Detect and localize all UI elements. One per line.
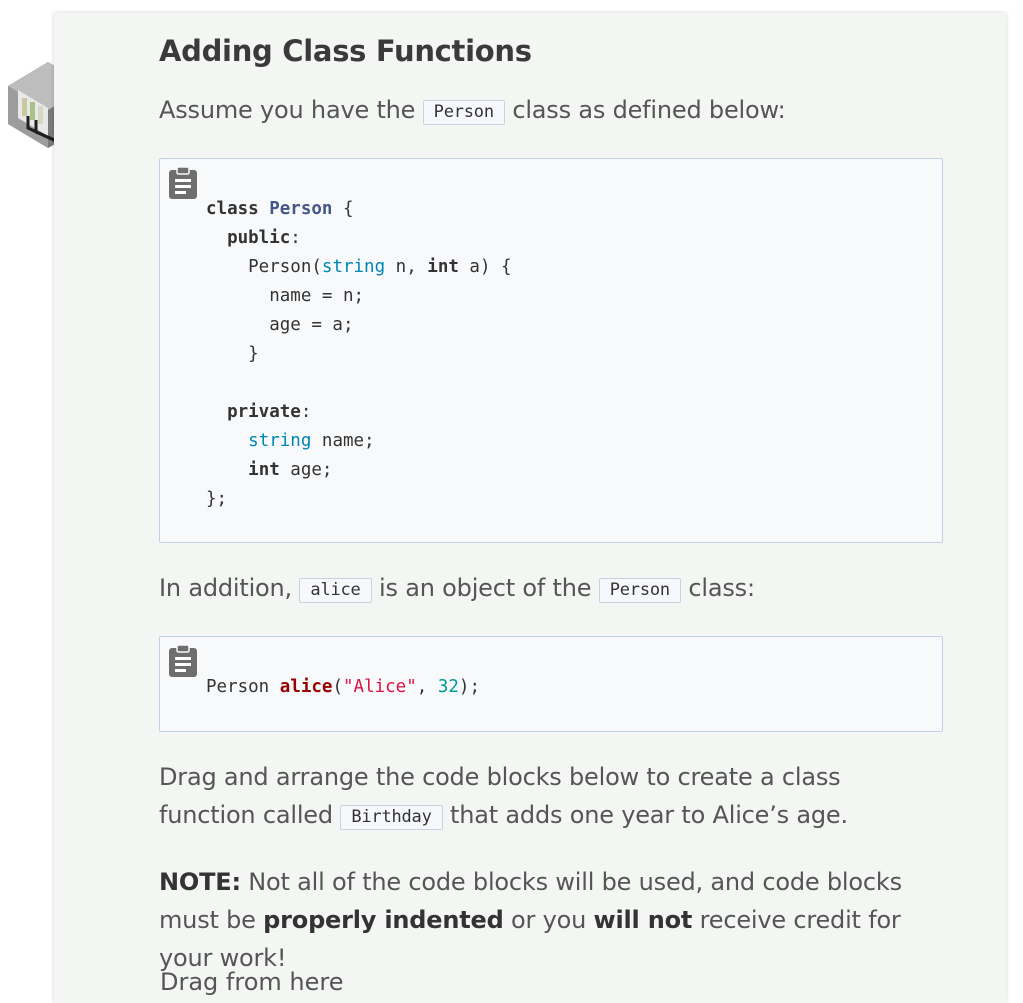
code-line: public: <box>206 228 301 248</box>
code-line: }; <box>206 489 227 509</box>
code-token-cls: Person <box>269 199 333 219</box>
code-token-str: "Alice" <box>343 677 417 697</box>
code-block-person-class[interactable]: class Person { public: Person(string n, … <box>159 158 943 543</box>
code-token: : <box>300 402 312 422</box>
code-listing: class Person { public: Person(string n, … <box>160 159 942 514</box>
code-token-fn: alice <box>279 677 333 697</box>
code-listing: Person alice("Alice", 32); <box>160 637 942 702</box>
page-title: Adding Class Functions <box>159 34 532 68</box>
code-token: : <box>290 228 301 248</box>
code-line: string name; <box>206 431 375 451</box>
code-token-kw: int <box>427 257 459 277</box>
code-token: a) { <box>458 257 512 277</box>
code-token-kw: public <box>227 228 291 248</box>
drag-area-label: Drag from here <box>160 968 344 996</box>
code-line: class Person { <box>206 199 354 219</box>
addition-text: In addition, alice is an object of the P… <box>159 574 755 603</box>
code-token: } <box>206 344 259 364</box>
code-token: n, <box>385 257 428 277</box>
code-token: ( <box>332 677 343 697</box>
code-token-num: 32 <box>437 677 459 697</box>
code-token-kw: class <box>206 199 270 219</box>
code-token-ty: string <box>248 431 312 451</box>
code-line: Person(string n, int a) { <box>206 257 512 277</box>
code-token: name = n; <box>206 286 365 306</box>
intro-text: Assume you have the Person class as defi… <box>159 96 786 125</box>
inline-code-person: Person <box>422 100 505 125</box>
code-line: name = n; <box>206 286 364 306</box>
code-token: age; <box>279 460 333 480</box>
code-token: age = a; <box>206 315 354 335</box>
code-token-kw: int <box>248 460 280 480</box>
inline-code-person: Person <box>598 578 681 603</box>
code-line: int age; <box>206 460 332 480</box>
code-token: Person( <box>206 257 322 277</box>
note-text: NOTE: Not all of the code blocks will be… <box>159 868 902 972</box>
code-line: age = a; <box>206 315 354 335</box>
code-token-ty: string <box>321 257 386 277</box>
page-content: Adding Class Functions Assume you have t… <box>159 34 943 977</box>
code-token: }; <box>206 489 228 509</box>
code-token: Person <box>206 677 280 697</box>
inline-code-alice: alice <box>299 578 372 603</box>
inline-code-birthday: Birthday <box>340 805 443 830</box>
code-token-kw: private <box>227 402 301 422</box>
code-token: , <box>416 677 438 697</box>
code-token: name; <box>311 431 375 451</box>
code-line: private: <box>206 402 311 422</box>
code-token: ); <box>458 677 480 697</box>
code-block-alice-object[interactable]: Person alice("Alice", 32); <box>159 636 943 732</box>
code-token: { <box>332 199 354 219</box>
code-line: } <box>206 344 259 364</box>
drag-instructions: Drag and arrange the code blocks below t… <box>159 763 848 830</box>
clipboard-icon[interactable] <box>167 166 199 200</box>
clipboard-icon[interactable] <box>167 644 199 678</box>
code-line: Person alice("Alice", 32); <box>206 677 480 697</box>
